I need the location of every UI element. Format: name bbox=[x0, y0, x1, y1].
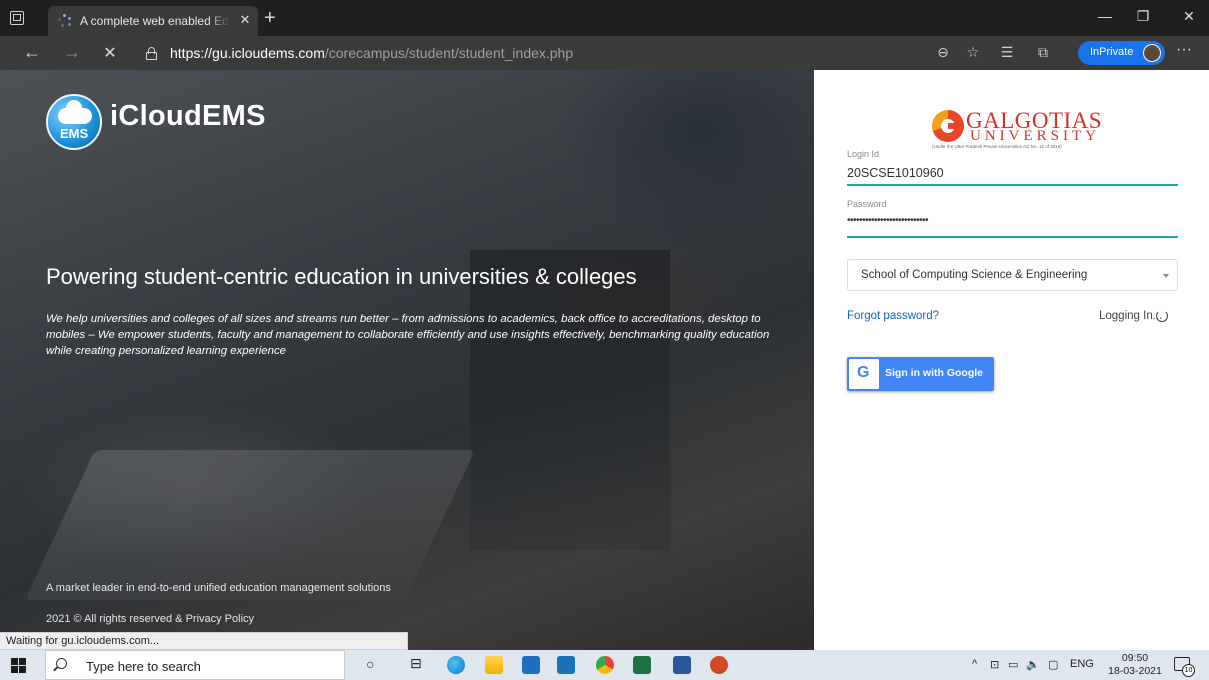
url-path: /corecampus/student/student_index.php bbox=[324, 45, 574, 61]
more-options-icon[interactable]: ··· bbox=[1176, 41, 1192, 59]
galgotias-g-icon bbox=[932, 110, 964, 142]
forward-icon[interactable]: → bbox=[60, 42, 84, 63]
notification-count-badge: 10 bbox=[1182, 664, 1195, 677]
url-scheme: https:// bbox=[170, 45, 213, 61]
minimize-icon[interactable]: — bbox=[1090, 8, 1120, 24]
clock-time: 09:50 bbox=[1121, 652, 1149, 664]
windows-taskbar: Type here to search ○ ⊟ ^ ⊡ ▭ 🔈 ▢ ENG 09… bbox=[0, 650, 1209, 680]
chrome-icon[interactable] bbox=[596, 656, 614, 674]
school-select[interactable]: School of Computing Science & Engineerin… bbox=[847, 259, 1178, 291]
chevron-down-icon bbox=[1163, 274, 1169, 278]
password-label: Password bbox=[847, 199, 887, 209]
excel-icon[interactable] bbox=[633, 656, 651, 674]
login-id-underline bbox=[847, 184, 1178, 186]
word-icon[interactable] bbox=[673, 656, 691, 674]
google-icon-box: G bbox=[849, 359, 879, 389]
status-text: Waiting for gu.icloudems.com... bbox=[6, 635, 160, 647]
logo-text: EMS bbox=[60, 126, 89, 141]
password-underline bbox=[847, 236, 1178, 238]
url-host: gu.icloudems.com bbox=[212, 45, 325, 61]
taskbar-search-input[interactable]: Type here to search bbox=[45, 650, 345, 680]
tab-actions-icon[interactable] bbox=[10, 11, 24, 25]
login-id-label: Login Id bbox=[847, 149, 880, 159]
windows-start-icon[interactable] bbox=[11, 658, 26, 673]
address-field[interactable]: https://gu.icloudems.com/corecampus/stud… bbox=[170, 45, 573, 61]
tab-close-icon[interactable]: ✕ bbox=[238, 12, 252, 28]
task-view-icon[interactable]: ⊟ bbox=[410, 655, 422, 672]
lock-icon[interactable] bbox=[146, 47, 157, 60]
hero-description: We help universities and colleges of all… bbox=[46, 313, 770, 357]
address-toolbar: ← → ✕ https://gu.icloudems.com/corecampu… bbox=[0, 36, 1209, 70]
add-favorite-icon[interactable]: ☆ bbox=[962, 44, 984, 61]
browser-tab[interactable]: A complete web enabled Education ✕ bbox=[48, 6, 258, 36]
clock-date: 18-03-2021 bbox=[1108, 665, 1162, 677]
network-icon[interactable]: ▢ bbox=[1048, 658, 1058, 671]
restore-icon[interactable]: ❐ bbox=[1128, 8, 1158, 25]
browser-titlebar: A complete web enabled Education ✕ + — ❐… bbox=[0, 0, 1209, 36]
show-hidden-icons-icon[interactable]: ^ bbox=[972, 658, 977, 670]
collections-icon[interactable]: ⧉ bbox=[1032, 44, 1054, 61]
brand-name: iCloudEMS bbox=[110, 100, 266, 132]
new-tab-icon[interactable]: + bbox=[264, 7, 276, 30]
battery-icon[interactable]: ▭ bbox=[1008, 658, 1018, 671]
hero-headline: Powering student-centric education in un… bbox=[46, 264, 637, 289]
login-id-field[interactable]: 20SCSE1010960 bbox=[847, 166, 944, 180]
hero-background bbox=[0, 70, 814, 650]
volume-icon[interactable]: 🔈 bbox=[1026, 658, 1040, 671]
password-field[interactable]: ••••••••••••••••••••••••••• bbox=[847, 215, 929, 226]
dell-icon[interactable] bbox=[557, 656, 575, 674]
cortana-icon[interactable]: ○ bbox=[366, 656, 374, 672]
university-note: (Under the Uttar Pradesh Private Univers… bbox=[932, 144, 1062, 149]
browser-status-bar: Waiting for gu.icloudems.com... bbox=[0, 632, 408, 650]
inprivate-button[interactable]: InPrivate bbox=[1078, 41, 1165, 65]
inprivate-label: InPrivate bbox=[1090, 46, 1134, 58]
forgot-password-link[interactable]: Forgot password? bbox=[847, 310, 939, 322]
powerpoint-icon[interactable] bbox=[710, 656, 728, 674]
icloudems-logo-icon: EMS bbox=[46, 94, 102, 150]
google-button-label: Sign in with Google bbox=[885, 367, 983, 379]
back-icon[interactable]: ← bbox=[20, 42, 44, 63]
school-selected-value: School of Computing Science & Engineerin… bbox=[861, 269, 1088, 281]
logging-in-status: Logging In... bbox=[1099, 310, 1163, 322]
login-panel: GALGOTIAS UNIVERSITY (Under the Uttar Pr… bbox=[814, 70, 1209, 650]
university-logo: GALGOTIAS UNIVERSITY (Under the Uttar Pr… bbox=[932, 108, 1102, 150]
meet-now-icon[interactable]: ⊡ bbox=[990, 658, 999, 671]
edge-icon[interactable] bbox=[447, 656, 465, 674]
close-window-icon[interactable]: ✕ bbox=[1174, 8, 1204, 25]
zoom-icon[interactable]: ⊖ bbox=[932, 44, 954, 61]
profile-avatar bbox=[1143, 44, 1161, 62]
file-explorer-icon[interactable] bbox=[485, 656, 503, 674]
google-sign-in-button[interactable]: G Sign in with Google bbox=[847, 357, 994, 391]
hero-overlay bbox=[0, 70, 814, 650]
university-sub: UNIVERSITY bbox=[970, 128, 1100, 144]
google-g-icon: G bbox=[857, 364, 870, 381]
tab-title: A complete web enabled Education bbox=[80, 14, 230, 28]
hero-tagline: A market leader in end-to-end unified ed… bbox=[46, 582, 391, 594]
search-icon bbox=[56, 658, 67, 669]
stop-loading-icon[interactable]: ✕ bbox=[98, 43, 122, 63]
loading-spinner-icon bbox=[1156, 310, 1168, 322]
clock[interactable]: 09:50 18-03-2021 bbox=[1108, 652, 1162, 678]
mail-icon[interactable] bbox=[522, 656, 540, 674]
favorites-icon[interactable]: ☰ bbox=[996, 44, 1018, 61]
language-indicator[interactable]: ENG bbox=[1070, 658, 1094, 670]
copyright-link[interactable]: 2021 © All rights reserved & Privacy Pol… bbox=[46, 613, 254, 625]
taskbar-search-placeholder: Type here to search bbox=[86, 659, 201, 674]
loading-spinner-icon bbox=[58, 14, 72, 28]
